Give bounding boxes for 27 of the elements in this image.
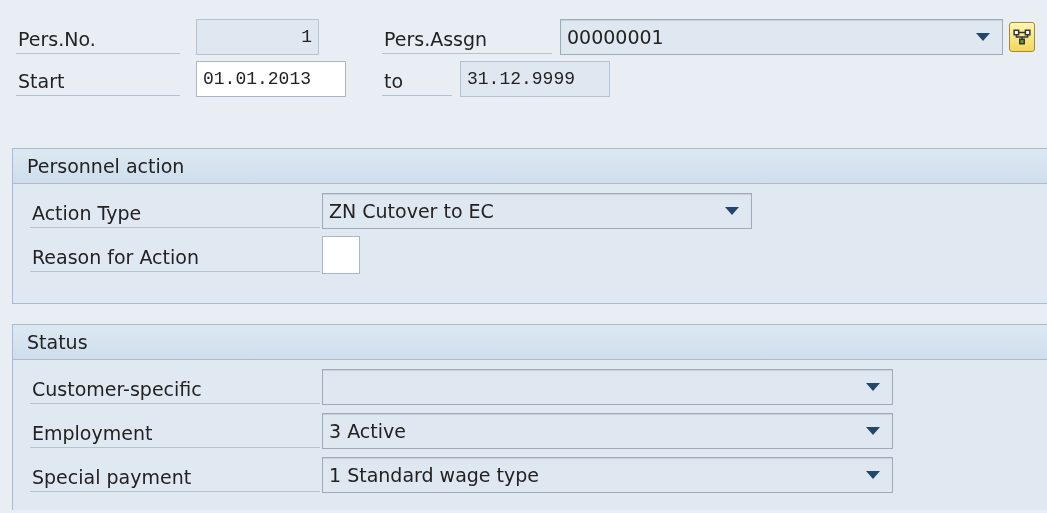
- field-label: to: [382, 62, 452, 96]
- caret-icon: [976, 33, 990, 41]
- readonly-field: 31.12.9999: [460, 61, 610, 97]
- dropdown-field[interactable]: ZN Cutover to EC: [322, 193, 752, 229]
- field-label: Pers.Assgn: [382, 20, 552, 54]
- dropdown-field[interactable]: [322, 369, 893, 405]
- field-label: Start: [16, 62, 180, 96]
- dropdown-field[interactable]: 3 Active: [322, 413, 893, 449]
- dropdown-field[interactable]: 00000001: [560, 19, 1003, 55]
- readonly-field: 1: [196, 19, 319, 55]
- dropdown-field[interactable]: 1 Standard wage type: [322, 457, 893, 493]
- caret-icon: [866, 471, 880, 479]
- field-label: Pers.No.: [16, 20, 180, 54]
- group-title: Personnel action: [13, 149, 1047, 184]
- input-field[interactable]: [322, 236, 360, 274]
- field-label: Special payment: [30, 458, 320, 492]
- input-field[interactable]: 01.01.2013: [196, 61, 346, 97]
- caret-icon: [866, 383, 880, 391]
- field-label: Customer-specific: [30, 370, 320, 404]
- caret-icon: [866, 427, 880, 435]
- caret-icon: [725, 207, 739, 215]
- group-title: Status: [13, 325, 1047, 360]
- field-label: Reason for Action: [30, 238, 320, 272]
- structure-button[interactable]: [1009, 22, 1035, 52]
- field-label: Action Type: [30, 194, 320, 228]
- field-label: Employment: [30, 414, 320, 448]
- hierarchy-icon: [1013, 28, 1031, 46]
